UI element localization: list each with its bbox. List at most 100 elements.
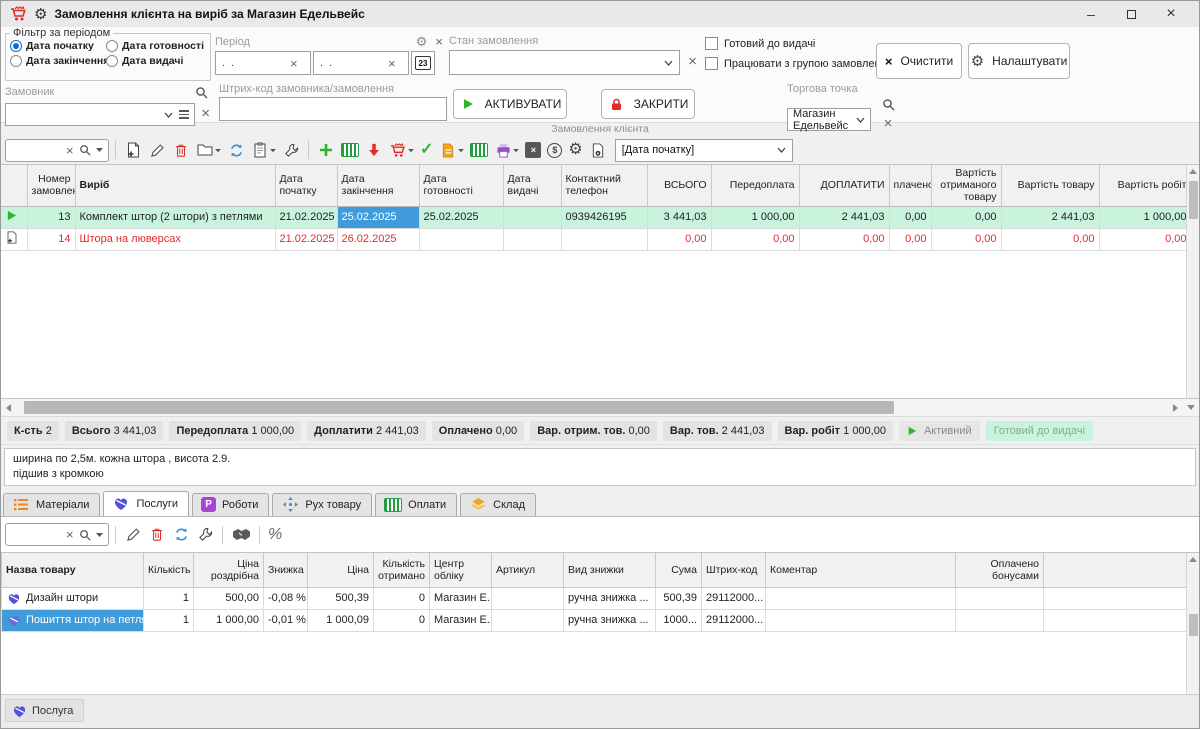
col-discount-type[interactable]: Вид знижки [564, 553, 656, 587]
cell-barcode[interactable]: 29112000... [702, 609, 766, 631]
delete-button[interactable] [170, 139, 192, 161]
tab-works[interactable]: P Роботи [192, 493, 269, 516]
radio-date-issue[interactable]: Дата видачі [106, 55, 206, 67]
cell-to-pay[interactable]: 2 441,03 [799, 206, 889, 228]
chevron-down-icon[interactable] [164, 109, 173, 121]
grid-settings-button[interactable]: ⚙ [566, 140, 584, 160]
col-date-end[interactable]: Дата закінчення [337, 165, 419, 206]
cell-sum[interactable]: 1000... [656, 609, 702, 631]
service-settings-button[interactable] [194, 524, 216, 546]
barcode-input[interactable] [219, 97, 447, 121]
activate-button[interactable]: АКТИВУВАТИ [453, 89, 567, 119]
document-orange-button[interactable] [437, 139, 466, 161]
cell-date-issue[interactable] [503, 228, 561, 250]
col-paid-bonus[interactable]: Оплачено бонусами [956, 553, 1044, 587]
edit-service-button[interactable] [122, 524, 144, 546]
cell-price[interactable]: 1 000,09 [308, 609, 374, 631]
cell-sum[interactable]: 500,39 [656, 587, 702, 609]
order-state-combobox[interactable] [449, 50, 680, 75]
col-product[interactable]: Виріб [75, 165, 275, 206]
store-combobox[interactable]: Магазин Едельвейс [787, 108, 871, 131]
list-select-icon[interactable] [179, 110, 189, 119]
order-row[interactable]: 13 Комплект штор (2 штори) з петлями 21.… [1, 206, 1199, 228]
cell-received-cost[interactable]: 0,00 [931, 206, 1001, 228]
cell-date-issue[interactable] [503, 206, 561, 228]
col-qty-received[interactable]: Кількість отримано [374, 553, 430, 587]
search-icon[interactable] [78, 141, 92, 159]
refresh-button[interactable] [225, 139, 247, 161]
barcode-refresh-button[interactable] [468, 141, 490, 159]
scrollbar-thumb[interactable] [1189, 614, 1198, 636]
service-row[interactable]: Дизайн штори 1 500,00 -0,08 % 500,39 0 М… [2, 587, 1190, 609]
col-prepaid[interactable]: Передоплата [711, 165, 799, 206]
cell-product[interactable]: Штора на люверсах [75, 228, 275, 250]
tab-services[interactable]: Послуги [103, 491, 189, 516]
cell-retail[interactable]: 1 000,00 [194, 609, 264, 631]
maximize-button[interactable] [1111, 2, 1151, 26]
period-clear-icon[interactable]: × [435, 35, 443, 48]
chevron-down-icon[interactable] [96, 144, 103, 156]
order-row[interactable]: 14 Штора на люверсах 21.02.2025 26.02.20… [1, 228, 1199, 250]
search-icon[interactable] [78, 526, 92, 544]
orders-vertical-scrollbar[interactable] [1186, 165, 1199, 398]
cell-to-pay[interactable]: 0,00 [799, 228, 889, 250]
cell-prepaid[interactable]: 0,00 [711, 228, 799, 250]
cell-article[interactable] [492, 609, 564, 631]
search-icon[interactable] [879, 95, 897, 113]
cell-comment[interactable] [766, 609, 956, 631]
cell-total[interactable]: 3 441,03 [647, 206, 711, 228]
checkbox-group-orders[interactable]: Працювати з групою замовлень [705, 57, 886, 70]
cell-phone[interactable]: 0939426195 [561, 206, 647, 228]
cell-service-name[interactable]: Дизайн штори [2, 587, 144, 609]
chevron-down-icon[interactable] [664, 57, 673, 69]
cell-discount[interactable]: -0,01 % [264, 609, 308, 631]
col-barcode[interactable]: Штрих-код [702, 553, 766, 587]
col-accounting-center[interactable]: Центр обліку [430, 553, 492, 587]
refresh-services-button[interactable] [170, 524, 192, 546]
col-date-ready[interactable]: Дата готовності [419, 165, 503, 206]
cell-qty[interactable]: 1 [144, 587, 194, 609]
download-button[interactable] [363, 139, 385, 161]
cell-qty[interactable]: 1 [144, 609, 194, 631]
col-discount[interactable]: Знижка [264, 553, 308, 587]
col-price[interactable]: Ціна [308, 553, 374, 587]
radio-date-end[interactable]: Дата закінчення [10, 55, 106, 67]
delete-service-button[interactable] [146, 524, 168, 546]
cell-bonus[interactable] [956, 587, 1044, 609]
service-row[interactable]: Пошиття штор на петлях 1 1 000,00 -0,01 … [2, 609, 1190, 631]
cell-goods-cost[interactable]: 0,00 [1001, 228, 1099, 250]
date-to-clear-icon[interactable]: × [388, 57, 396, 70]
col-retail-price[interactable]: Ціна роздрібна [194, 553, 264, 587]
col-date-start[interactable]: Дата початку [275, 165, 337, 206]
scroll-up-icon[interactable] [1189, 557, 1197, 562]
scroll-right-icon[interactable] [1173, 404, 1178, 412]
store-clear-icon[interactable]: × [884, 116, 893, 131]
radio-date-ready[interactable]: Дата готовності [106, 40, 206, 52]
cell-prepaid[interactable]: 1 000,00 [711, 206, 799, 228]
scrollbar-thumb[interactable] [1189, 181, 1198, 219]
handshake-button[interactable] [229, 524, 253, 546]
col-row-icon[interactable] [1, 165, 27, 206]
services-vertical-scrollbar[interactable] [1186, 553, 1199, 694]
tab-warehouse[interactable]: Склад [460, 493, 536, 516]
search-clear-icon[interactable]: × [66, 144, 74, 157]
cart-button[interactable] [387, 139, 416, 161]
cell-date-ready[interactable] [419, 228, 503, 250]
discount-percent-button[interactable]: % [266, 525, 284, 545]
calendar-button[interactable]: 23 [411, 51, 435, 75]
orders-search-input[interactable] [10, 143, 62, 157]
cell-order-number[interactable]: 14 [27, 228, 75, 250]
clipboard-button[interactable] [249, 139, 278, 161]
order-note[interactable]: ширина по 2,5м. кожна штора , висота 2.9… [4, 448, 1196, 486]
confirm-button[interactable]: ✓ [418, 140, 435, 160]
excel-export-button[interactable]: × [523, 140, 543, 160]
sort-combobox[interactable]: [Дата початку] [615, 139, 793, 162]
cell-phone[interactable] [561, 228, 647, 250]
customer-combobox[interactable] [5, 103, 195, 126]
cell-date-start[interactable]: 21.02.2025 [275, 228, 337, 250]
orders-horizontal-scrollbar[interactable] [1, 399, 1199, 417]
services-search-input[interactable] [10, 528, 62, 542]
chevron-down-icon[interactable] [777, 144, 786, 156]
col-works-cost[interactable]: Вартість робіт [1099, 165, 1191, 206]
minimize-button[interactable]: – [1071, 2, 1111, 26]
